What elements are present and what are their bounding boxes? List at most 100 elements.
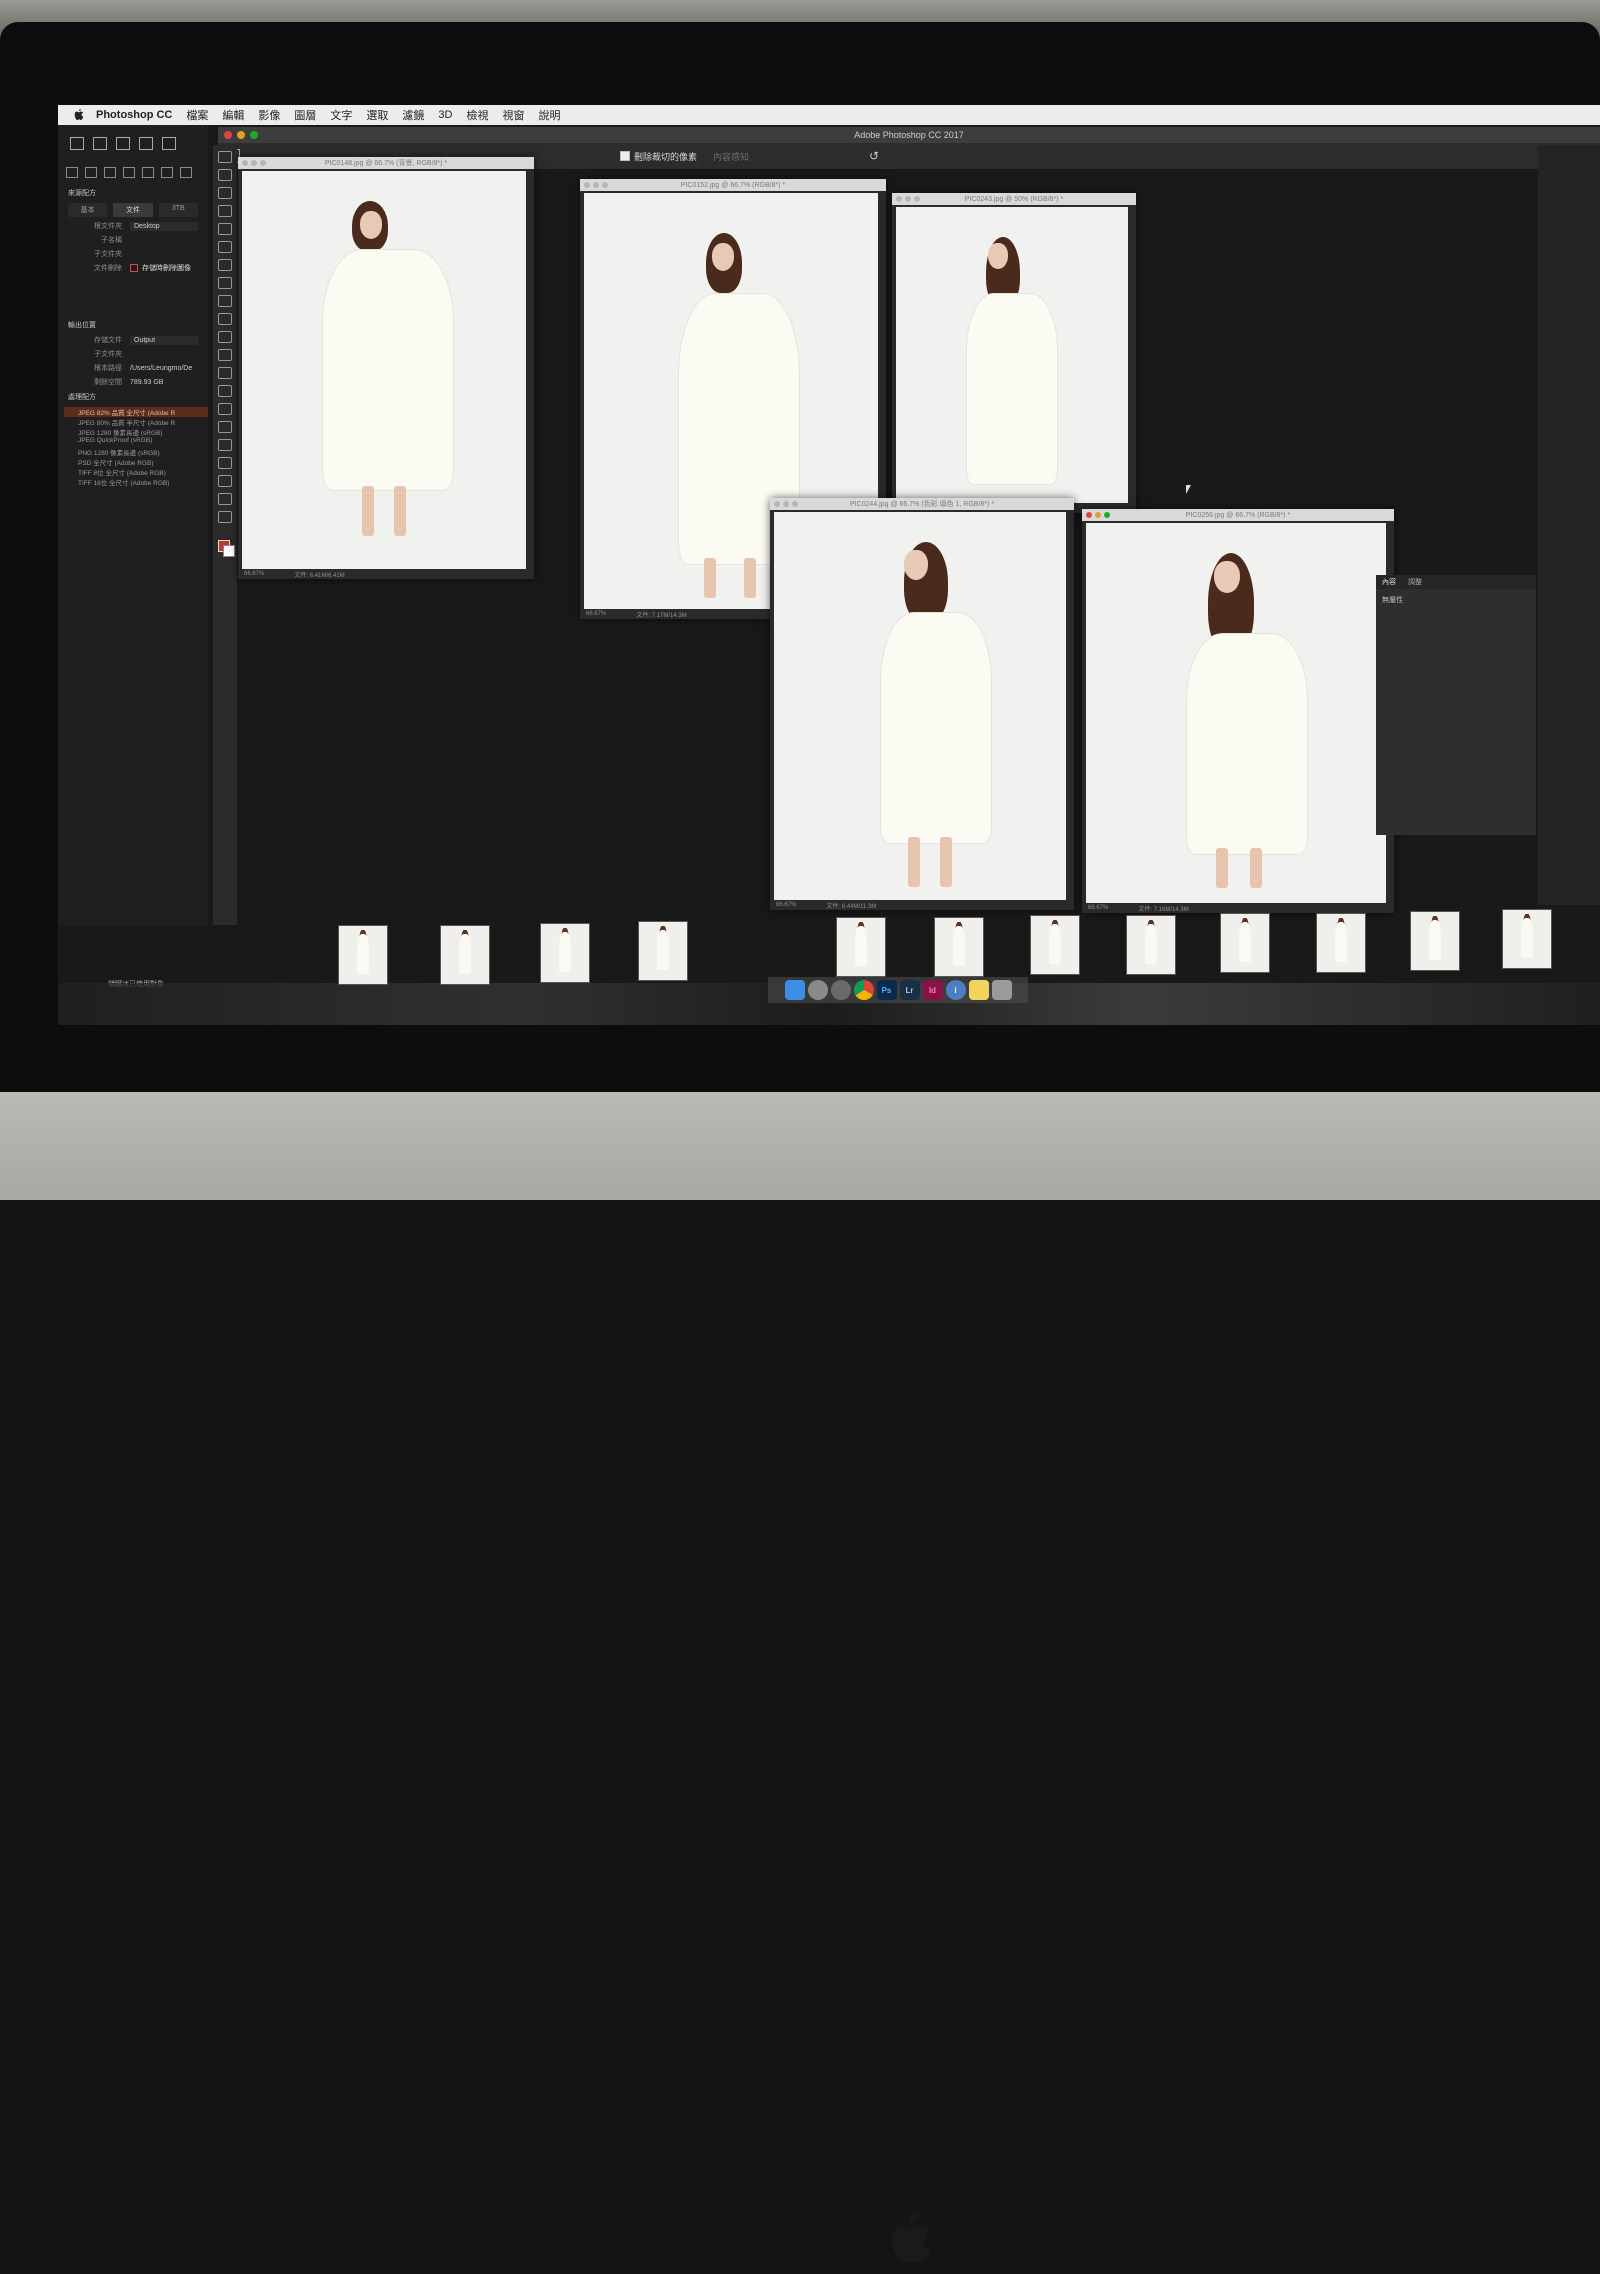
trash-icon[interactable] bbox=[991, 980, 1012, 1000]
image-thumbnail[interactable] bbox=[1410, 911, 1460, 971]
search-icon[interactable] bbox=[180, 167, 192, 178]
image-thumbnail[interactable] bbox=[1220, 913, 1270, 973]
root-folder-field[interactable]: Desktop bbox=[130, 221, 198, 231]
hand-tool-icon[interactable] bbox=[218, 475, 232, 487]
preset-item[interactable]: TIFF 16位 全尺寸 (Adobe RGB) bbox=[78, 477, 208, 487]
image-thumbnail[interactable] bbox=[1030, 915, 1080, 975]
reset-icon[interactable]: ↺ bbox=[869, 149, 879, 163]
info-icon[interactable]: i bbox=[945, 980, 966, 1000]
document-title[interactable]: PIC0256.jpg @ 66.7% (RGB/8*) * bbox=[1082, 509, 1394, 521]
document-title[interactable]: PIC0243.jpg @ 50% (RGB/8*) * bbox=[892, 193, 1136, 205]
link-icon[interactable] bbox=[104, 167, 116, 178]
chrome-icon[interactable] bbox=[853, 980, 874, 1000]
healing-tool-icon[interactable] bbox=[218, 259, 232, 271]
brush-tool-icon[interactable] bbox=[218, 277, 232, 289]
type-tool-icon[interactable] bbox=[218, 421, 232, 433]
marquee-tool-icon[interactable] bbox=[218, 169, 232, 181]
preset-item[interactable]: PSD 全尺寸 (Adobe RGB) bbox=[78, 457, 208, 467]
shape-tool-icon[interactable] bbox=[218, 457, 232, 469]
document-canvas[interactable] bbox=[896, 207, 1128, 503]
eyedropper-tool-icon[interactable] bbox=[218, 241, 232, 253]
menu-layer[interactable]: 圖層 bbox=[294, 107, 316, 123]
photoshop-icon[interactable]: Ps bbox=[876, 980, 897, 1000]
minimize-document-icon[interactable] bbox=[1095, 512, 1101, 518]
section-output-title[interactable]: 輸出位置 bbox=[58, 317, 208, 333]
document-window[interactable]: PIC0256.jpg @ 66.7% (RGB/8*) * 66.67% 文件:… bbox=[1082, 509, 1394, 913]
quick-select-tool-icon[interactable] bbox=[218, 205, 232, 217]
image-thumbnail[interactable] bbox=[638, 921, 688, 981]
background-color-swatch[interactable] bbox=[223, 545, 235, 557]
document-canvas[interactable] bbox=[1086, 523, 1386, 903]
pen-tool-icon[interactable] bbox=[218, 403, 232, 415]
preset-item[interactable]: JPEG 80% 品質 半尺寸 (Adobe R bbox=[78, 417, 208, 427]
document-canvas[interactable] bbox=[242, 171, 526, 569]
camera-icon[interactable] bbox=[93, 137, 107, 150]
folder-icon[interactable] bbox=[162, 137, 176, 150]
gradient-tool-icon[interactable] bbox=[218, 349, 232, 361]
menu-image[interactable]: 影像 bbox=[258, 107, 280, 123]
image-thumbnail[interactable] bbox=[440, 925, 490, 985]
new-folder-icon[interactable] bbox=[66, 167, 78, 178]
menu-select[interactable]: 選取 bbox=[366, 107, 388, 123]
menu-filter[interactable]: 濾鏡 bbox=[402, 107, 424, 123]
launchpad-icon[interactable] bbox=[807, 980, 828, 1000]
tab-adjustments[interactable]: 調整 bbox=[1402, 577, 1428, 587]
move-tool-icon[interactable] bbox=[218, 151, 232, 163]
app-name-menu[interactable]: Photoshop CC bbox=[96, 109, 172, 121]
document-title[interactable]: PIC0148.jpg @ 66.7% (背景, RGB/8*) * bbox=[238, 157, 534, 169]
document-window[interactable]: PIC0244.jpg @ 66.7% (色彩 填色 1, RGB/8*) * … bbox=[770, 498, 1074, 910]
image-thumbnail[interactable] bbox=[1126, 915, 1176, 975]
history-brush-tool-icon[interactable] bbox=[218, 313, 232, 325]
dodge-tool-icon[interactable] bbox=[218, 385, 232, 397]
image-thumbnail[interactable] bbox=[338, 925, 388, 985]
tab-3tb[interactable]: 3TB bbox=[158, 203, 198, 217]
document-canvas[interactable] bbox=[774, 512, 1066, 900]
image-thumbnail[interactable] bbox=[934, 917, 984, 977]
image-thumbnail[interactable] bbox=[836, 917, 886, 977]
preset-item[interactable]: JPEG 1280 像素長邊 (sRGB) bbox=[78, 427, 208, 437]
apple-menu-icon[interactable] bbox=[72, 109, 86, 121]
tab-file[interactable]: 文件 bbox=[113, 203, 153, 217]
eraser-tool-icon[interactable] bbox=[218, 331, 232, 343]
minimize-window-icon[interactable] bbox=[237, 131, 245, 139]
section-source-title[interactable]: 來源配方 bbox=[58, 185, 208, 201]
notes-icon[interactable] bbox=[968, 980, 989, 1000]
download-icon[interactable] bbox=[70, 137, 84, 150]
menu-help[interactable]: 說明 bbox=[538, 107, 560, 123]
menu-edit[interactable]: 編輯 bbox=[222, 107, 244, 123]
menu-window[interactable]: 視窗 bbox=[502, 107, 524, 123]
menu-file[interactable]: 檔案 bbox=[186, 107, 208, 123]
blur-tool-icon[interactable] bbox=[218, 367, 232, 379]
menu-type[interactable]: 文字 bbox=[330, 107, 352, 123]
preset-item[interactable]: JPEG 82% 品質 全尺寸 (Adobe R bbox=[64, 407, 208, 417]
preset-item[interactable]: TIFF 8位 全尺寸 (Adobe RGB) bbox=[78, 467, 208, 477]
undo-icon[interactable] bbox=[116, 137, 130, 150]
folder-open-icon[interactable] bbox=[123, 167, 135, 178]
rocket-icon[interactable] bbox=[830, 980, 851, 1000]
image-thumbnail[interactable] bbox=[1316, 913, 1366, 973]
document-window[interactable]: PIC0243.jpg @ 50% (RGB/8*) * bbox=[892, 193, 1136, 513]
preset-item[interactable]: JPEG QuickProof (sRGB) bbox=[78, 437, 208, 447]
crop-icon[interactable] bbox=[161, 167, 173, 178]
finder-icon[interactable] bbox=[784, 980, 805, 1000]
more-tools-icon[interactable] bbox=[218, 511, 232, 523]
tab-properties[interactable]: 內容 bbox=[1376, 577, 1402, 587]
image-thumbnail[interactable] bbox=[540, 923, 590, 983]
image-thumbnail[interactable] bbox=[1502, 909, 1552, 969]
pin-icon[interactable] bbox=[142, 167, 154, 178]
zoom-tool-icon[interactable] bbox=[218, 493, 232, 505]
section-presets-title[interactable]: 處理配方 bbox=[58, 389, 208, 405]
menu-view[interactable]: 檢視 bbox=[466, 107, 488, 123]
close-document-icon[interactable] bbox=[1086, 512, 1092, 518]
document-window[interactable]: PIC0148.jpg @ 66.7% (背景, RGB/8*) * 66.67… bbox=[238, 157, 534, 579]
indesign-icon[interactable]: Id bbox=[922, 980, 943, 1000]
document-title[interactable]: PIC0152.jpg @ 66.7% (RGB/8*) * bbox=[580, 179, 886, 191]
preset-item[interactable]: PNG 1280 像素長邊 (sRGB) bbox=[78, 447, 208, 457]
stamp-tool-icon[interactable] bbox=[218, 295, 232, 307]
document-title[interactable]: PIC0244.jpg @ 66.7% (色彩 填色 1, RGB/8*) * bbox=[770, 498, 1074, 510]
menu-3d[interactable]: 3D bbox=[438, 109, 452, 121]
crop-tool-icon[interactable] bbox=[218, 223, 232, 235]
redo-icon[interactable] bbox=[139, 137, 153, 150]
close-window-icon[interactable] bbox=[224, 131, 232, 139]
output-folder-field[interactable]: Output bbox=[130, 335, 198, 345]
